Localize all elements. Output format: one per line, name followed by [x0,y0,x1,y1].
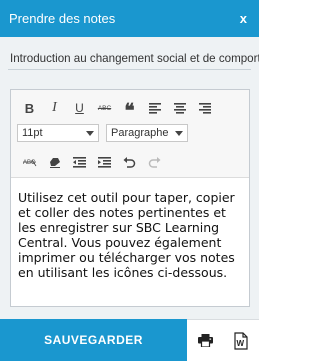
outdent-button[interactable] [67,153,92,171]
toolbar-row-tools: ABC [17,153,167,171]
align-center-button[interactable] [167,99,192,117]
footer-bar: SAUVEGARDER W [0,319,259,361]
close-button[interactable]: x [240,11,247,26]
toolbar-row-selects: 11pt Paragraphe [17,124,188,142]
font-size-select[interactable]: 11pt [17,124,99,142]
redo-button[interactable] [142,153,167,171]
undo-button[interactable] [117,153,142,171]
subject-underline [8,69,251,70]
blockquote-button[interactable]: ❝ [117,99,142,121]
align-right-button[interactable] [192,99,217,117]
subject-row [0,37,259,79]
title-bar: Prendre des notes x [0,0,259,37]
editor-toolbar: B I U ABC ❝ 11pt Paragraphe ABC [11,90,249,178]
window-title: Prendre des notes [9,11,116,26]
print-button[interactable] [187,319,223,361]
editor-panel: B I U ABC ❝ 11pt Paragraphe ABC Utilisez… [0,79,259,319]
chevron-down-icon [86,130,94,136]
eraser-button[interactable] [42,153,67,171]
align-right-icon [198,102,211,114]
clear-formatting-button[interactable]: ABC [17,153,42,171]
chevron-down-icon [175,130,183,136]
align-left-button[interactable] [142,99,167,117]
align-left-icon [148,102,161,114]
note-content[interactable]: Utilisez cet outil pour taper, copier et… [18,190,244,280]
outdent-icon [73,156,86,168]
block-format-value: Paragraphe [111,127,169,139]
word-download-icon: W [234,331,248,350]
redo-icon [148,156,161,168]
save-button[interactable]: SAUVEGARDER [0,319,187,361]
italic-button[interactable]: I [42,99,67,117]
align-center-icon [173,102,186,114]
clear-formatting-icon: ABC [22,159,36,167]
svg-text:W: W [237,339,245,348]
underline-button[interactable]: U [67,99,92,117]
rich-text-editor: B I U ABC ❝ 11pt Paragraphe ABC Utilisez… [10,89,250,307]
font-size-value: 11pt [22,127,43,139]
print-icon [197,334,213,347]
block-format-select[interactable]: Paragraphe [106,124,188,142]
undo-icon [123,156,136,168]
bold-button[interactable]: B [17,99,42,117]
toolbar-row-formatting: B I U ABC ❝ [17,99,217,121]
subject-input[interactable] [10,51,259,65]
eraser-icon [49,157,60,168]
strikethrough-button[interactable]: ABC [92,99,117,117]
indent-button[interactable] [92,153,117,171]
word-download-button[interactable]: W [223,319,259,361]
indent-icon [98,156,111,168]
